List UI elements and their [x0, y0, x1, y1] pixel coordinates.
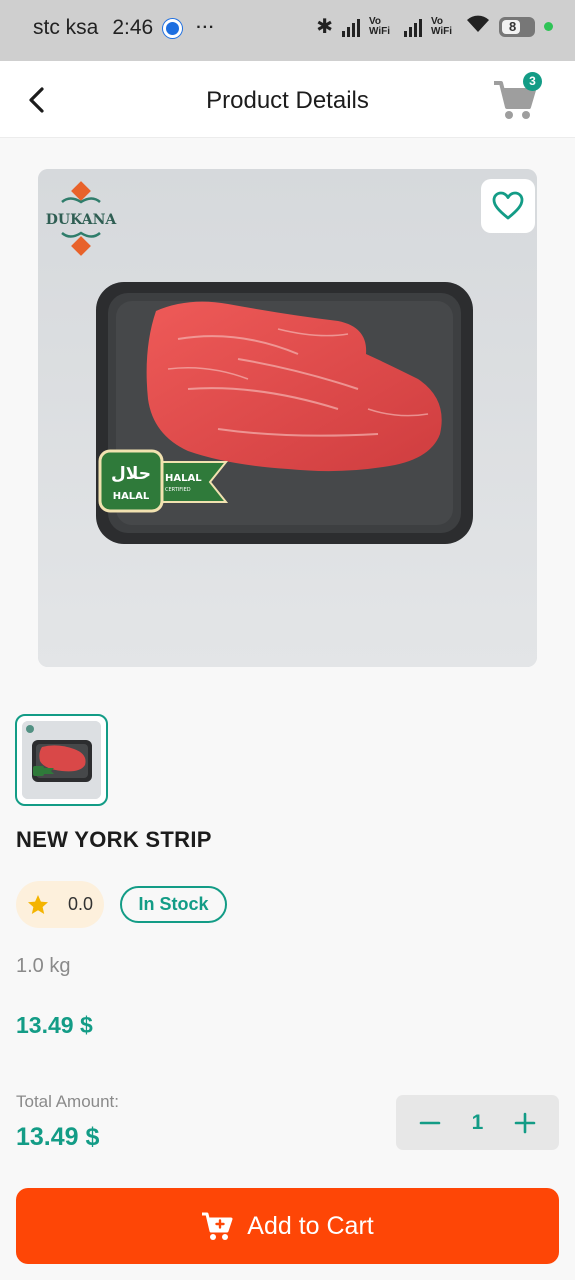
halal-badge-text: HALAL [113, 491, 150, 502]
star-icon [28, 894, 48, 914]
product-image[interactable]: DUKANA حلال HALAL HALAL CERTIFIED [38, 169, 537, 667]
signal-icon-2 [404, 17, 422, 37]
status-right: ✱ Vo WiFi Vo WiFi 8 [316, 14, 553, 39]
battery-icon: 8 [499, 16, 535, 37]
vowifi-label: Vo WiFi [369, 15, 391, 37]
stock-status-badge: In Stock [120, 886, 227, 923]
halal-ribbon-text: HALAL [165, 473, 202, 484]
battery-level: 8 [509, 19, 517, 34]
logo-wordmark: DUKANA [46, 212, 118, 228]
total-amount-value: 13.49 $ [16, 1123, 100, 1151]
status-time: 2:46 [112, 16, 154, 39]
decrement-button[interactable] [410, 1103, 450, 1143]
product-name: NEW YORK STRIP [16, 827, 212, 852]
wifi-icon [466, 15, 490, 38]
product-weight: 1.0 kg [16, 955, 71, 977]
messenger-icon [163, 18, 183, 38]
add-cart-icon [202, 1212, 233, 1240]
add-to-cart-label: Add to Cart [247, 1211, 374, 1240]
quantity-stepper: 1 [396, 1095, 559, 1150]
bluetooth-icon: ✱ [316, 16, 333, 38]
vowifi-label-2: Vo WiFi [431, 15, 453, 37]
more-notifications-icon: ··· [196, 19, 216, 36]
plus-icon [514, 1112, 536, 1133]
carrier-label: stc ksa [33, 16, 99, 39]
cart-count-badge: 3 [523, 72, 542, 91]
minus-icon [419, 1121, 441, 1124]
halal-arabic-text: حلال [111, 464, 151, 484]
app-bar: Product Details [0, 61, 575, 138]
heart-icon [492, 191, 524, 220]
add-to-cart-button[interactable]: Add to Cart [16, 1188, 559, 1264]
rating-value: 0.0 [68, 894, 94, 914]
page-title: Product Details [206, 87, 369, 114]
favorite-button[interactable] [481, 179, 535, 233]
quantity-value: 1 [471, 1110, 484, 1134]
product-price: 13.49 $ [16, 1012, 93, 1038]
product-photo: DUKANA حلال HALAL HALAL CERTIFIED [38, 169, 537, 667]
rating-chip: 0.0 [16, 881, 104, 928]
thumbnail-image [22, 721, 101, 799]
status-bar: stc ksa 2:46 ··· ✱ Vo WiFi Vo WiFi 8 [0, 0, 575, 61]
halal-ribbon-subtext: CERTIFIED [165, 487, 191, 493]
total-amount-label: Total Amount: [16, 1092, 120, 1111]
status-left: stc ksa 2:46 ··· [33, 16, 215, 40]
privacy-indicator-icon [544, 22, 553, 31]
increment-button[interactable] [505, 1103, 545, 1143]
signal-icon [342, 17, 360, 37]
thumbnail-selected[interactable] [15, 714, 108, 806]
